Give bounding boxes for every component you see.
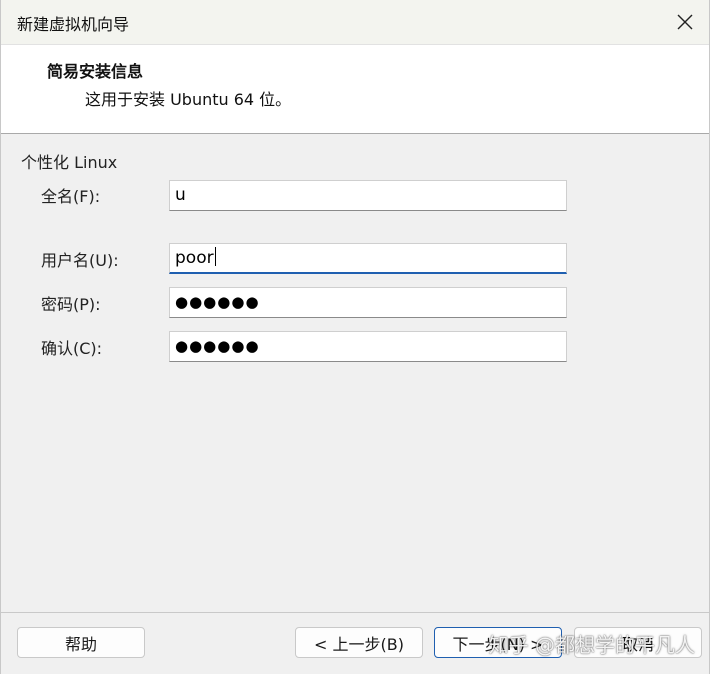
title-bar[interactable]: 新建虚拟机向导 [1,0,709,45]
password-label: 密码(P): [41,295,101,314]
confirm-password-label: 确认(C): [41,339,103,358]
wizard-body: 个性化 Linux 全名(F): u 用户名(U): poor 密码(P): ●… [1,134,709,613]
personalize-linux-group-label: 个性化 Linux [21,153,118,172]
password-value: ●●●●●● [175,293,260,311]
text-caret [214,247,216,266]
back-button[interactable]: < 上一步(B) [295,627,423,658]
cancel-button[interactable]: 取消 [574,627,702,658]
window-title: 新建虚拟机向导 [17,15,130,34]
full-name-value: u [175,185,186,205]
username-value: poor [175,248,214,268]
username-label: 用户名(U): [41,251,119,270]
help-button[interactable]: 帮助 [17,627,145,658]
page-title: 简易安装信息 [47,62,144,81]
close-button[interactable] [665,0,705,44]
confirm-password-input[interactable]: ●●●●●● [169,331,567,362]
full-name-input[interactable]: u [169,180,567,211]
wizard-footer: 帮助 < 上一步(B) 下一步(N) > 取消 知乎 @都想学的平凡人 [1,613,709,674]
confirm-password-value: ●●●●●● [175,337,260,355]
close-icon [677,14,693,30]
full-name-label: 全名(F): [41,187,101,206]
username-input[interactable]: poor [169,243,567,274]
next-button[interactable]: 下一步(N) > [434,627,562,658]
wizard-header: 简易安装信息 这用于安装 Ubuntu 64 位。 [1,45,709,134]
page-subtitle: 这用于安装 Ubuntu 64 位。 [85,90,292,109]
new-vm-wizard-dialog: 新建虚拟机向导 简易安装信息 这用于安装 Ubuntu 64 位。 个性化 Li… [0,0,710,674]
password-input[interactable]: ●●●●●● [169,287,567,318]
